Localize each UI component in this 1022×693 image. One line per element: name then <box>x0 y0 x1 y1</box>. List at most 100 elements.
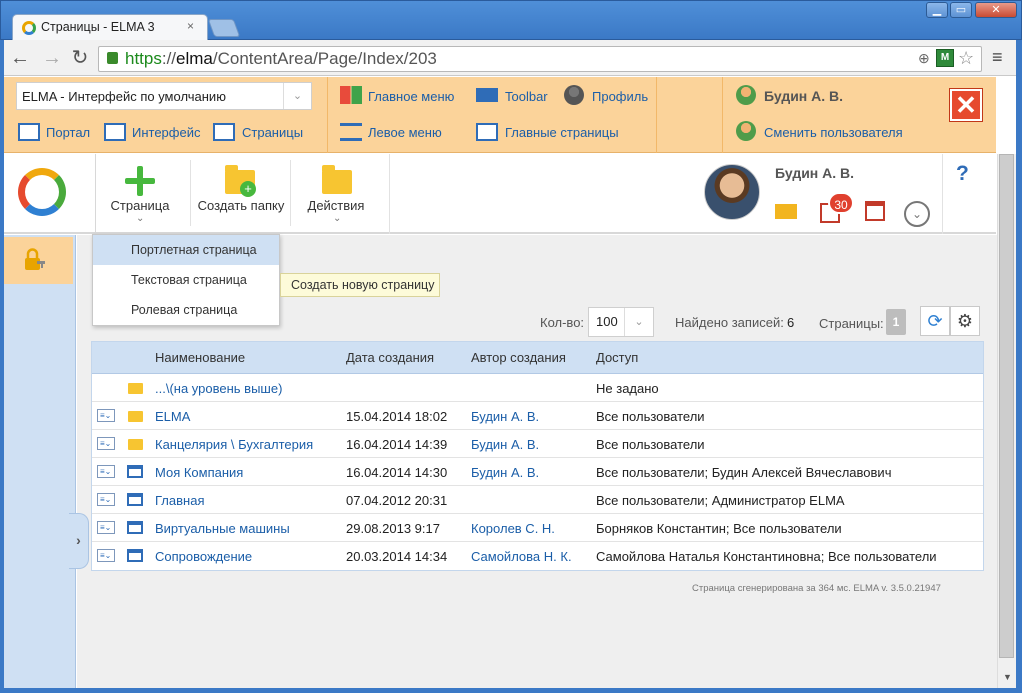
profile-icon <box>564 85 584 105</box>
row-name-link[interactable]: Сопровождение <box>155 549 252 564</box>
left-menu-link[interactable]: Левое меню <box>368 125 442 140</box>
row-author-link[interactable]: Королев С. Н. <box>471 521 555 536</box>
calendar-icon[interactable] <box>865 201 885 221</box>
row-name-link[interactable]: Канцелярия \ Бухгалтерия <box>155 437 313 452</box>
url-host: elma <box>176 49 213 68</box>
zoom-icon[interactable]: ⊕ <box>918 50 930 67</box>
row-access: Не задано <box>596 381 659 396</box>
chevron-down-icon[interactable]: ⌄ <box>624 308 653 336</box>
url-scheme: https <box>125 49 162 68</box>
toolbar-divider <box>389 154 390 234</box>
page-button[interactable]: Страница <box>100 198 180 213</box>
row-menu-icon[interactable]: ≡⌄ <box>97 465 115 478</box>
reload-button[interactable]: ↻ <box>68 46 92 70</box>
menu-item-role-page[interactable]: Ролевая страница <box>93 295 279 325</box>
column-date-header[interactable]: Дата создания <box>346 350 434 365</box>
interface-icon <box>104 123 126 141</box>
url-path: /ContentArea/Page/Index/203 <box>212 49 437 68</box>
plus-icon[interactable] <box>125 166 155 196</box>
row-author-link[interactable]: Будин А. В. <box>471 465 539 480</box>
row-name-link[interactable]: ELMA <box>155 409 190 424</box>
found-count: 6 <box>787 315 795 330</box>
folder-icon[interactable] <box>322 165 352 194</box>
window-close-button[interactable]: ✕ <box>975 2 1017 18</box>
help-icon[interactable]: ? <box>956 162 969 186</box>
avatar[interactable] <box>704 164 760 220</box>
forward-button[interactable]: → <box>40 46 64 70</box>
elma-favicon-icon <box>22 21 36 35</box>
back-button[interactable]: ← <box>8 46 32 70</box>
row-menu-icon[interactable]: ≡⌄ <box>97 409 115 422</box>
page-number-button[interactable]: 1 <box>886 309 906 335</box>
tooltip: Создать новую страницу <box>280 273 440 297</box>
row-menu-icon[interactable]: ≡⌄ <box>97 549 115 562</box>
main-pages-link[interactable]: Главные страницы <box>505 125 619 140</box>
chevron-down-icon[interactable]: ⌄ <box>283 83 311 109</box>
row-author-link[interactable]: Самойлова Н. К. <box>471 549 572 564</box>
column-author-header[interactable]: Автор создания <box>471 350 566 365</box>
toolbar-link[interactable]: Toolbar <box>505 89 548 104</box>
scrollbar-thumb[interactable] <box>999 154 1014 658</box>
minimize-button[interactable]: ▁ <box>926 2 948 18</box>
main-pages-icon <box>476 123 498 141</box>
left-menu-icon <box>340 123 362 141</box>
elma-logo[interactable] <box>18 168 66 216</box>
row-access: Все пользователи; Будин Алексей Вячеслав… <box>596 465 892 480</box>
tab-close-icon[interactable]: × <box>187 19 194 33</box>
interface-select-value: ELMA - Интерфейс по умолчанию <box>22 89 226 104</box>
row-name-link[interactable]: Моя Компания <box>155 465 243 480</box>
extension-icon[interactable]: M <box>936 49 954 67</box>
row-author-link[interactable]: Будин А. В. <box>471 409 539 424</box>
url-text[interactable]: https://elma/ContentArea/Page/Index/203 <box>125 49 437 69</box>
maximize-button[interactable]: ▭ <box>950 2 972 18</box>
chevron-down-icon[interactable]: ⌄ <box>136 213 144 224</box>
profile-link[interactable]: Профиль <box>592 89 648 104</box>
column-name-header[interactable]: Наименование <box>155 350 245 365</box>
menu-item-portlet-page[interactable]: Портлетная страница <box>93 235 279 265</box>
row-name-link[interactable]: ...\(на уровень выше) <box>155 381 282 396</box>
create-folder-button[interactable]: Создать папку <box>193 198 289 213</box>
page-icon <box>127 549 143 562</box>
row-access: Все пользователи <box>596 409 705 424</box>
row-menu-icon[interactable]: ≡⌄ <box>97 437 115 450</box>
logo-divider <box>80 154 96 234</box>
url-separator: :// <box>161 49 177 68</box>
row-name-link[interactable]: Главная <box>155 493 204 508</box>
user-icon <box>736 85 756 105</box>
row-date: 07.04.2012 20:31 <box>346 493 448 508</box>
browser-menu-icon[interactable]: ≡ <box>992 47 1003 68</box>
refresh-icon[interactable]: ⟳ <box>920 306 950 336</box>
row-date: 20.03.2014 14:34 <box>346 549 448 564</box>
scroll-down-icon[interactable]: ▼ <box>1003 672 1012 682</box>
header-divider <box>656 77 657 153</box>
actions-button[interactable]: Действия <box>296 198 376 213</box>
found-label: Найдено записей: <box>675 315 784 330</box>
tasks-count-badge: 30 <box>828 192 854 214</box>
toolbar-user-name: Будин А. В. <box>775 165 855 181</box>
folder-icon <box>128 383 143 394</box>
portal-icon <box>18 123 40 141</box>
switch-user-icon <box>736 121 756 141</box>
sidebar-expand-button[interactable]: › <box>69 513 89 569</box>
table-row[interactable] <box>92 486 983 514</box>
window-frame <box>0 688 1022 693</box>
gear-icon[interactable]: ⚙ <box>950 306 980 336</box>
main-menu-link[interactable]: Главное меню <box>368 89 454 104</box>
row-menu-icon[interactable]: ≡⌄ <box>97 493 115 506</box>
more-chevron-icon[interactable]: ⌄ <box>904 201 930 227</box>
row-menu-icon[interactable]: ≡⌄ <box>97 521 115 534</box>
row-author-link[interactable]: Будин А. В. <box>471 437 539 452</box>
pages-link[interactable]: Страницы <box>242 125 303 140</box>
switch-user-link[interactable]: Сменить пользователя <box>764 125 903 140</box>
row-access: Все пользователи <box>596 437 705 452</box>
row-name-link[interactable]: Виртуальные машины <box>155 521 290 536</box>
portal-link[interactable]: Портал <box>46 125 90 140</box>
close-interface-button[interactable]: ✕ <box>950 89 982 121</box>
bookmark-star-icon[interactable]: ☆ <box>958 48 974 69</box>
mail-icon[interactable] <box>775 204 797 219</box>
pages-icon <box>213 123 235 141</box>
interface-link[interactable]: Интерфейс <box>132 125 200 140</box>
column-access-header[interactable]: Доступ <box>596 350 638 365</box>
menu-item-text-page[interactable]: Текстовая страница <box>93 265 279 295</box>
chevron-down-icon[interactable]: ⌄ <box>333 213 341 224</box>
